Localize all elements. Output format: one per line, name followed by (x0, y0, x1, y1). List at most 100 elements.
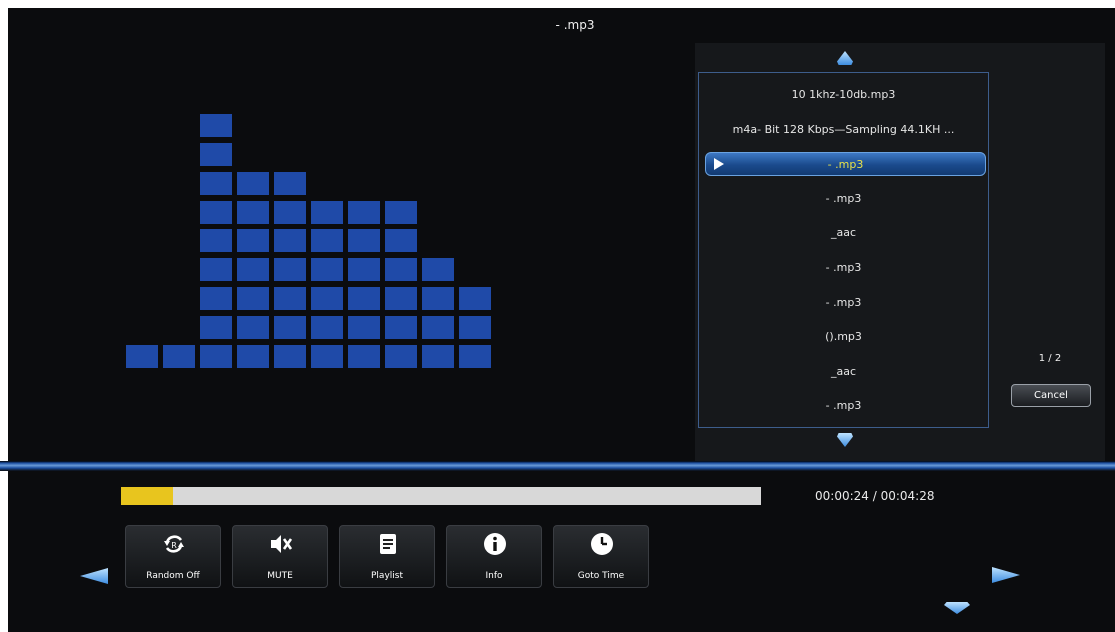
equalizer-bar-segment (311, 258, 343, 282)
goto-time-label: Goto Time (577, 571, 625, 581)
time-readout: 00:00:24 / 00:04:28 (815, 489, 934, 503)
playlist-item[interactable]: _aac (699, 360, 988, 384)
playlist-item[interactable]: - .mp3 (699, 394, 988, 418)
equalizer-bar-segment (200, 229, 232, 253)
playlist-item-label: 10 1khz-10db.mp3 (791, 88, 896, 101)
playlist-item-label: ().mp3 (825, 330, 862, 344)
playlist-item[interactable]: - .mp3 (705, 152, 986, 177)
document-icon (380, 534, 396, 554)
page-indicator: 1 / 2 (1038, 353, 1062, 364)
elapsed-time: 00:00:24 (815, 489, 869, 503)
equalizer-bar-segment (422, 258, 454, 282)
progress-fill (121, 487, 174, 505)
equalizer-bar-segment (459, 345, 491, 368)
equalizer-bar-segment (311, 287, 343, 311)
playlist-item[interactable]: ().mp3 (699, 325, 988, 349)
equalizer-bar-segment (348, 316, 380, 340)
playlist-item[interactable]: m4a- Bit 128 Kbps—Sampling 44.1KH ... (699, 118, 988, 142)
progress-bar[interactable] (121, 487, 761, 505)
scroll-down-icon[interactable] (837, 433, 853, 447)
playlist-panel: 10 1khz-10db.mp3 m4a- Bit 128 Kbps—Sampli… (695, 43, 1105, 461)
equalizer-bar-segment (200, 142, 232, 166)
equalizer-bar-segment (237, 258, 269, 282)
equalizer-bar-segment (459, 287, 491, 311)
equalizer-bar-segment (311, 229, 343, 253)
playlist-item-label: _aac (830, 226, 857, 240)
playlist-item[interactable]: - .mp3 (699, 256, 988, 280)
scroll-up-icon[interactable] (837, 51, 853, 65)
playlist-item-label: - .mp3 (827, 158, 864, 172)
more-down-icon[interactable] (944, 602, 970, 614)
playlist-item[interactable]: - .mp3 (699, 187, 988, 211)
playlist-item-label: - .mp3 (825, 261, 862, 274)
goto-time-button[interactable]: Goto Time (553, 525, 649, 588)
equalizer-bar-segment (200, 171, 232, 195)
equalizer-bar-segment (237, 316, 269, 340)
playlist-item-label: - .mp3 (825, 191, 862, 205)
playlist-list: 10 1khz-10db.mp3 m4a- Bit 128 Kbps—Sampli… (698, 72, 989, 428)
now-playing-title: - .mp3 (555, 18, 595, 32)
playlist-item[interactable]: - .mp3 (699, 291, 988, 315)
equalizer-bar-segment (422, 345, 454, 368)
playlist-button[interactable]: Playlist (339, 525, 435, 588)
equalizer-bar-segment (274, 345, 306, 368)
equalizer-bar-segment (274, 287, 306, 311)
equalizer-bar-segment (237, 200, 269, 224)
playlist-item[interactable]: 10 1khz-10db.mp3 (699, 83, 988, 107)
equalizer-bar-segment (237, 287, 269, 311)
equalizer-bar-segment (200, 345, 232, 368)
equalizer-bar-segment (200, 200, 232, 224)
playlist-item-label: m4a- Bit 128 Kbps—Sampling 44.1KH ... (732, 122, 955, 136)
now-playing-indicator-icon (714, 158, 724, 171)
equalizer-bar-segment (237, 171, 269, 195)
equalizer-bar-segment (200, 316, 232, 340)
section-divider (0, 461, 1115, 471)
equalizer-bar-segment (348, 345, 380, 368)
equalizer-bar-segment (237, 345, 269, 368)
svg-text:R: R (171, 541, 177, 550)
previous-arrow-icon[interactable] (80, 568, 108, 584)
speaker-mute-icon (271, 535, 293, 553)
equalizer-bar-segment (274, 258, 306, 282)
equalizer-bar-segment (311, 345, 343, 368)
playlist-item[interactable]: _aac (699, 221, 988, 245)
random-label: Random Off (146, 571, 200, 581)
equalizer-bar-segment (385, 287, 417, 311)
playlist-item-label: - .mp3 (825, 295, 862, 309)
mute-button[interactable]: MUTE (232, 525, 328, 588)
equalizer-bar-segment (422, 316, 454, 340)
cancel-button[interactable]: Cancel (1011, 384, 1091, 407)
equalizer-bar-segment (385, 316, 417, 340)
equalizer-bar-segment (385, 345, 417, 368)
shuffle-icon: R (164, 535, 184, 553)
playlist-label: Playlist (371, 571, 403, 581)
equalizer-bar-segment (200, 287, 232, 311)
equalizer-bar-segment (385, 200, 417, 224)
equalizer-bar-segment (274, 316, 306, 340)
equalizer-bar-segment (422, 287, 454, 311)
equalizer-bar-segment (200, 113, 232, 137)
playlist-item-label: _aac (830, 364, 857, 378)
equalizer-bar-segment (348, 229, 380, 253)
equalizer-bar-segment (126, 345, 158, 368)
random-button[interactable]: R Random Off (125, 525, 221, 588)
info-label: Info (485, 571, 503, 581)
equalizer-bar-segment (200, 258, 232, 282)
equalizer-bar-segment (385, 229, 417, 253)
equalizer-bar-segment (459, 316, 491, 340)
equalizer-bar-segment (348, 287, 380, 311)
playlist-item-label: - .mp3 (825, 399, 862, 413)
next-arrow-icon[interactable] (992, 567, 1020, 583)
equalizer-bar-segment (237, 229, 269, 253)
mute-label: MUTE (267, 571, 293, 581)
equalizer-bar-segment (274, 171, 306, 195)
info-icon (484, 533, 506, 555)
equalizer-bar-segment (311, 316, 343, 340)
total-time: 00:04:28 (880, 489, 935, 503)
time-separator: / (868, 489, 881, 503)
equalizer-bar-segment (274, 200, 306, 224)
equalizer-visualizer (126, 112, 496, 368)
info-button[interactable]: Info (446, 525, 542, 588)
equalizer-bar-segment (311, 200, 343, 224)
equalizer-bar-segment (274, 229, 306, 253)
